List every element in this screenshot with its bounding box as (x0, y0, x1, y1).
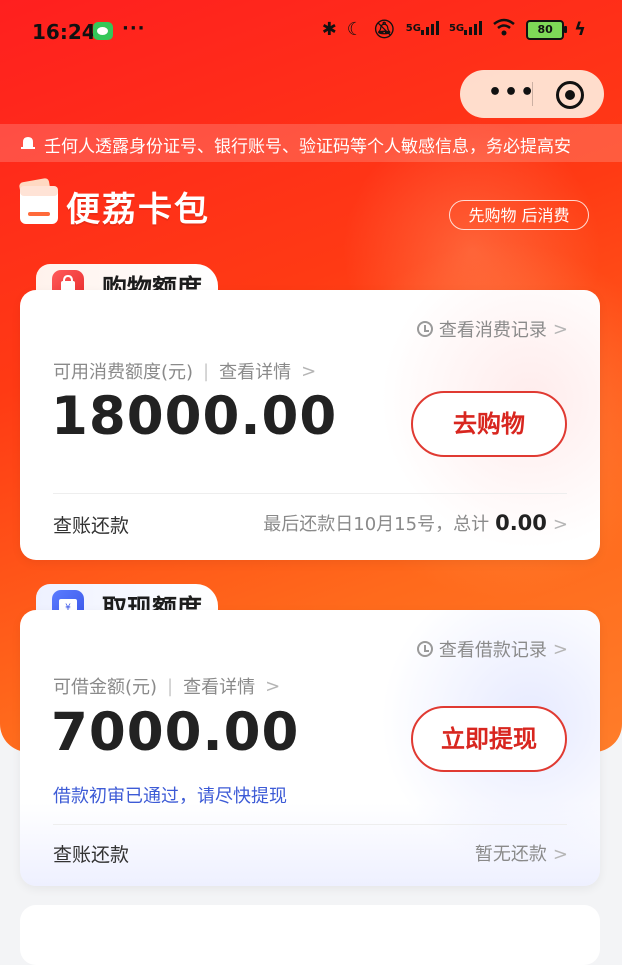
next-card (20, 905, 600, 965)
chevron-right-icon: > (552, 318, 568, 340)
repay-info: 最后还款日10月15号，总计 (263, 514, 490, 535)
more-notifications-icon: ··· (122, 18, 146, 39)
loan-amount: 7000.00 (51, 702, 300, 763)
available-credit-amount: 18000.00 (51, 386, 338, 447)
approval-status: 借款初审已通过，请尽快提现 (53, 786, 287, 807)
chevron-right-icon: > (552, 844, 568, 865)
brand: 便荔卡包 (18, 176, 278, 236)
repay-info: 暂无还款 (474, 844, 547, 865)
status-bar: 16:24 ··· ✱ ☾ 🔕︎ 5G 5G 80 ϟ (0, 0, 622, 64)
bluetooth-icon: ✱ (321, 19, 337, 40)
cash-card: 查看借款记录 > 可借金额(元) | 查看详情 > 7000.00 立即提现 借… (20, 610, 600, 886)
status-icons: ✱ ☾ 🔕︎ 5G 5G 80 ϟ (322, 18, 586, 41)
notice-text: 壬何人透露身份证号、银行账号、验证码等个人敏感信息，务必提高安 (44, 137, 571, 157)
separator: | (167, 675, 174, 697)
repay-link[interactable]: 查账还款 (53, 840, 129, 867)
credit-label: 可用消费额度(元) (53, 362, 194, 383)
view-loan-record-link[interactable]: 查看借款记录 > (416, 636, 568, 662)
close-miniprogram-icon[interactable] (556, 81, 584, 109)
miniprogram-capsule: ••• (460, 70, 604, 118)
loan-label: 可借金额(元) (53, 677, 158, 698)
clock-icon (416, 641, 433, 657)
repay-link[interactable]: 查账还款 (53, 511, 129, 538)
moon-icon: ☾ (346, 19, 363, 40)
separator: | (203, 360, 210, 382)
mute-icon: 🔕︎ (372, 19, 396, 40)
repay-info-link[interactable]: 暂无还款 > (475, 840, 568, 866)
chevron-right-icon: > (552, 638, 568, 660)
view-details-link[interactable]: 查看详情 (219, 358, 291, 384)
credit-label-row: 可用消费额度(元) | 查看详情 > (53, 358, 316, 384)
wechat-icon (93, 22, 113, 40)
status-time: 16:24 (32, 20, 96, 44)
charging-icon: ϟ (574, 19, 586, 40)
notice-bar[interactable]: 壬何人透露身份证号、银行账号、验证码等个人敏感信息，务必提高安 (0, 124, 622, 162)
repay-info-link[interactable]: 最后还款日10月15号，总计 0.00 > (263, 510, 568, 536)
tagline-badge: 先购物 后消费 (449, 200, 589, 230)
go-shopping-button[interactable]: 去购物 (411, 391, 567, 457)
shopping-card: 查看消费记录 > 可用消费额度(元) | 查看详情 > 18000.00 去购物… (20, 290, 600, 560)
chevron-right-icon: > (301, 360, 317, 382)
record-link-label: 查看借款记录 (438, 640, 547, 661)
record-link-label: 查看消费记录 (438, 320, 547, 341)
wallet-logo-icon (19, 178, 58, 224)
repay-total: 0.00 (495, 511, 547, 535)
brand-name: 便荔卡包 (66, 190, 210, 230)
capsule-divider (532, 82, 533, 106)
signal-icon: 5G (406, 19, 439, 40)
divider (53, 824, 567, 825)
battery-icon: 80 (526, 19, 568, 40)
divider (53, 493, 567, 494)
wifi-icon (492, 18, 516, 41)
signal-icon: 5G (449, 19, 483, 40)
more-button[interactable]: ••• (488, 80, 536, 105)
view-details-link[interactable]: 查看详情 (183, 673, 255, 699)
chevron-right-icon: > (265, 675, 281, 697)
clock-icon (416, 321, 433, 337)
view-spending-record-link[interactable]: 查看消费记录 > (416, 316, 568, 342)
alert-icon (21, 137, 35, 149)
chevron-right-icon: > (552, 514, 568, 535)
withdraw-now-button[interactable]: 立即提现 (411, 706, 567, 772)
loan-label-row: 可借金额(元) | 查看详情 > (53, 673, 280, 699)
